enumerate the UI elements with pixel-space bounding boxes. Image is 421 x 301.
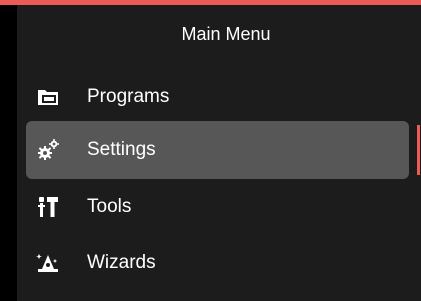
menu-item-wizards[interactable]: Wizards — [26, 234, 409, 292]
menu-item-programs[interactable]: Programs — [26, 68, 409, 126]
menu-item-tools[interactable]: Tools — [26, 178, 409, 236]
menu-title: Main Menu — [181, 24, 271, 44]
menu-item-label: Tools — [87, 196, 132, 217]
folder-icon — [36, 85, 60, 109]
tools-icon — [36, 195, 60, 219]
menu-item-label: Wizards — [87, 252, 156, 273]
selection-scroll-indicator — [417, 125, 420, 175]
gears-icon — [36, 138, 60, 162]
wizard-hat-icon — [36, 251, 60, 275]
menu-item-settings[interactable]: Settings — [26, 121, 409, 179]
menu-item-label: Programs — [87, 86, 170, 107]
main-menu-screen: Main Menu Programs Settings Tools Wizard… — [0, 0, 421, 301]
menu-item-label: Settings — [87, 139, 156, 160]
